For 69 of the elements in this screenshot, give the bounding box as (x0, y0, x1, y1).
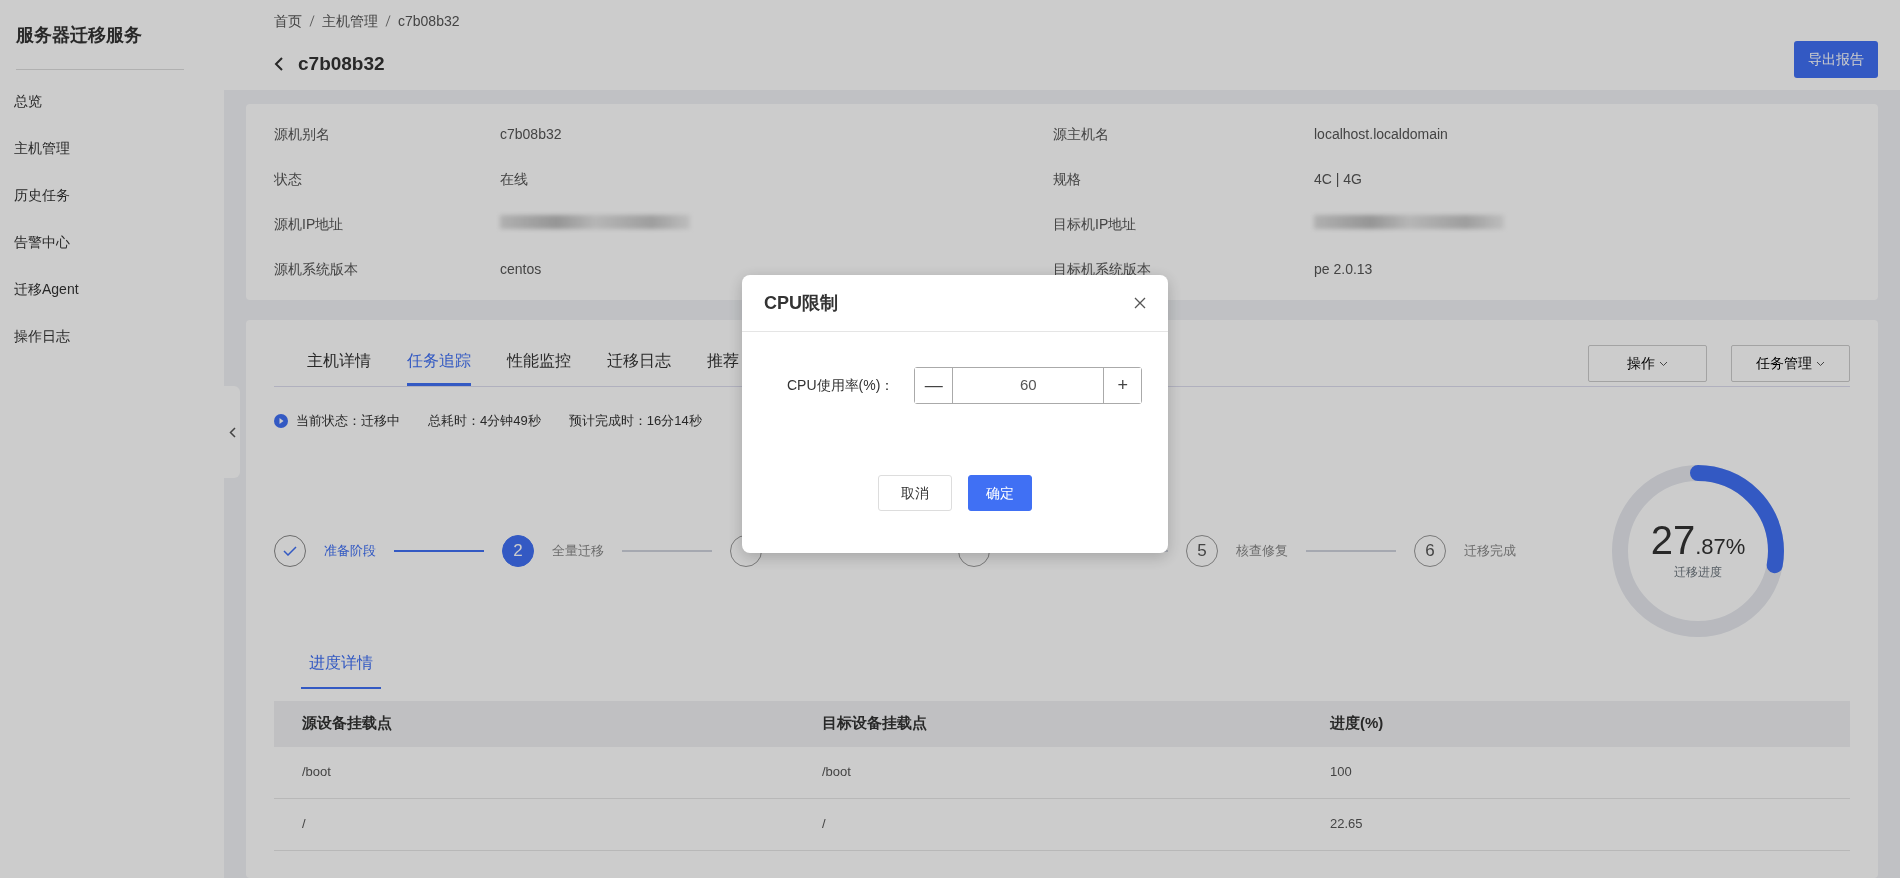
close-icon[interactable] (1134, 297, 1146, 309)
collapse-handle[interactable] (224, 386, 240, 478)
check-icon (283, 545, 297, 556)
sidebar-item[interactable]: 总览 (0, 78, 224, 125)
tab[interactable]: 迁移日志 (607, 349, 671, 386)
table-cell-text: /boot (302, 763, 332, 782)
field-label: 状态 (274, 170, 303, 189)
tab[interactable]: 主机详情 (307, 349, 371, 386)
status-text: 总耗时：4分钟49秒 (428, 412, 541, 430)
confirm-button[interactable]: 确定 (968, 475, 1032, 511)
table-cell-text: / (822, 815, 827, 834)
field-label: 源主机名 (1053, 125, 1110, 144)
app-title: 服务器迁移服务 (16, 0, 184, 70)
field-label: 源机系统版本 (274, 260, 359, 279)
field-label: 目标机IP地址 (1053, 215, 1138, 234)
table-cell-text: 22.65 (1330, 815, 1364, 834)
field-value: c7b08b32 (500, 126, 562, 142)
tab[interactable]: 性能监控 (507, 349, 571, 386)
breadcrumb-item: c7b08b32 (398, 11, 460, 31)
caret-icon (1815, 361, 1825, 368)
number-field[interactable]: — 60 + (914, 367, 1143, 404)
column-header: 目标设备挂载点 (822, 713, 928, 734)
step-label: 准备阶段 (324, 541, 376, 560)
column-header: 源设备挂载点 (302, 713, 393, 734)
status-text: 当前状态：迁移中 (296, 412, 400, 430)
tab[interactable]: 任务追踪 (407, 349, 471, 386)
progress-caption: 迁移进度 (1674, 563, 1722, 581)
separator-icon (385, 15, 391, 27)
progress-value: 27.87% (1650, 519, 1746, 563)
step-circle: 2 (502, 534, 534, 567)
tab[interactable]: 推荐 (707, 349, 739, 386)
sidebar-item[interactable]: 迁移Agent (0, 266, 224, 313)
field-label: 规格 (1053, 170, 1082, 189)
table-cell-text: /boot (822, 763, 852, 782)
dropdown-button[interactable]: 任务管理 (1731, 345, 1850, 382)
column-header: 进度(%) (1330, 713, 1385, 734)
chevron-left-icon (228, 426, 236, 438)
table-cell-text: / (302, 815, 307, 834)
back-icon[interactable] (274, 57, 284, 72)
separator-icon (309, 15, 315, 27)
sidebar-item[interactable]: 操作日志 (0, 313, 224, 360)
tab[interactable]: 进度详情 (301, 650, 381, 689)
step-label: 核查修复 (1236, 541, 1288, 560)
step-circle: 6 (1414, 534, 1446, 567)
field-value: localhost.localdomain (1314, 126, 1448, 142)
dropdown-button[interactable]: 操作 (1588, 345, 1707, 382)
sidebar-item[interactable]: 告警中心 (0, 219, 224, 266)
page-title: c7b08b32 (298, 51, 385, 76)
play-icon (274, 413, 288, 428)
field-label: 源机IP地址 (274, 215, 345, 234)
field-value: pe 2.0.13 (1314, 261, 1373, 277)
sidebar-item[interactable]: 主机管理 (0, 125, 224, 172)
breadcrumb-item[interactable]: 主机管理 (322, 10, 378, 32)
dialog-title: CPU限制 (764, 291, 838, 315)
field-value: 4C | 4G (1314, 171, 1362, 187)
table-cell-text: 100 (1330, 763, 1353, 782)
field-label: 源机别名 (274, 125, 331, 144)
step-label: 全量迁移 (552, 541, 604, 560)
cancel-button[interactable]: 取消 (878, 475, 952, 511)
step-circle: 5 (1186, 534, 1218, 567)
caret-icon (1658, 361, 1668, 368)
field-label: CPU使用率(%)： (787, 376, 895, 395)
breadcrumb-item[interactable]: 首页 (274, 10, 302, 32)
status-text: 预计完成时：16分14秒 (568, 412, 702, 430)
field-value: 在线 (500, 171, 528, 187)
field-value: centos (500, 261, 542, 277)
export-button[interactable]: 导出报告 (1794, 41, 1878, 78)
step-label: 迁移完成 (1464, 541, 1516, 560)
sidebar-item[interactable]: 历史任务 (0, 172, 224, 219)
